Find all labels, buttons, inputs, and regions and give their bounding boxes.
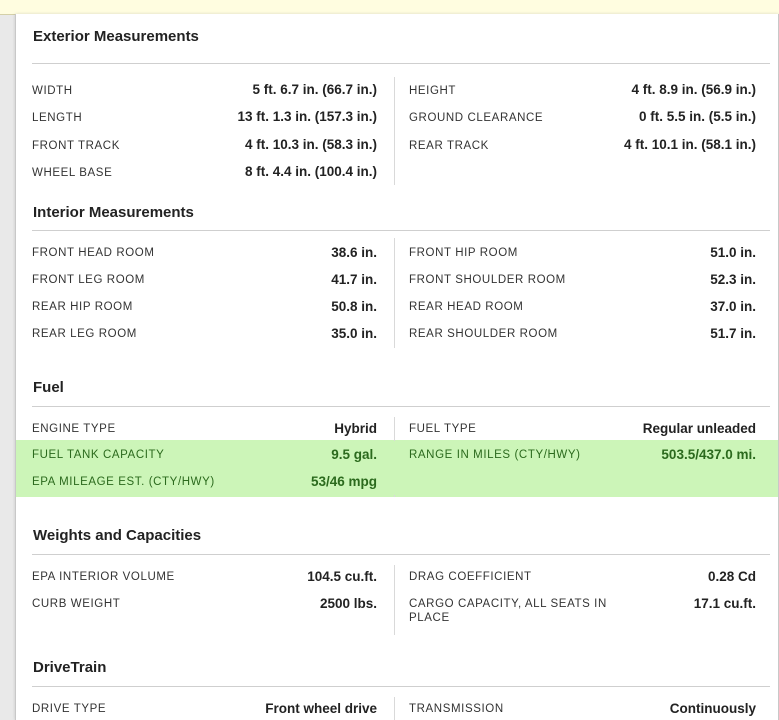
- top-banner: [0, 0, 779, 15]
- spec-label: DRAG COEFFICIENT: [409, 571, 532, 583]
- section-rule: [32, 406, 770, 407]
- exterior-section: Exterior Measurements WIDTH 5 ft. 6.7 in…: [16, 28, 778, 188]
- section-title-weights: Weights and Capacities: [33, 527, 202, 544]
- spec-value: 104.5 cu.ft.: [307, 569, 377, 584]
- spec-value: 0.28 Cd: [707, 569, 756, 584]
- spec-value: 4 ft. 10.1 in. (58.1 in.): [623, 137, 756, 152]
- spec-value: 4 ft. 10.3 in. (58.3 in.): [244, 137, 377, 152]
- section-title-fuel: Fuel: [33, 379, 64, 396]
- specs-panel: Exterior Measurements WIDTH 5 ft. 6.7 in…: [15, 14, 779, 720]
- spec-value: 50.8 in.: [331, 299, 377, 314]
- spec-row: REAR LEG ROOM 35.0 in. REAR SHOULDER ROO…: [16, 321, 778, 348]
- spec-label: ENGINE TYPE: [32, 423, 116, 435]
- spec-value: 41.7 in.: [331, 272, 377, 287]
- spec-row: WHEEL BASE 8 ft. 4.4 in. (100.4 in.): [16, 158, 778, 185]
- spec-value: Hybrid: [334, 421, 377, 436]
- drivetrain-section: DriveTrain DRIVE TYPE Front wheel drive …: [16, 659, 778, 720]
- spec-value: 38.6 in.: [331, 245, 377, 260]
- spec-row-highlighted: FUEL TANK CAPACITY 9.5 gal. RANGE IN MIL…: [16, 441, 778, 468]
- spec-label: REAR HEAD ROOM: [409, 301, 524, 313]
- interior-section: Interior Measurements FRONT HEAD ROOM 38…: [16, 204, 778, 364]
- spec-row: FRONT HEAD ROOM 38.6 in. FRONT HIP ROOM …: [16, 240, 778, 267]
- section-title-exterior: Exterior Measurements: [33, 28, 199, 45]
- spec-label: REAR LEG ROOM: [32, 328, 137, 340]
- spec-value: 0 ft. 5.5 in. (5.5 in.): [638, 109, 756, 124]
- spec-label: FUEL TANK CAPACITY: [32, 449, 165, 461]
- spec-label: EPA MILEAGE EST. (CTY/HWY): [32, 476, 215, 488]
- spec-value: Front wheel drive: [265, 701, 377, 716]
- spec-label: FRONT LEG ROOM: [32, 274, 145, 286]
- spec-value: 503.5/437.0 mi.: [661, 447, 756, 462]
- section-rule: [32, 63, 770, 64]
- spec-label: EPA INTERIOR VOLUME: [32, 571, 175, 583]
- spec-row: DRIVE TYPE Front wheel drive TRANSMISSIO…: [16, 695, 778, 720]
- spec-value: 13 ft. 1.3 in. (157.3 in.): [237, 109, 377, 124]
- section-rule: [32, 686, 770, 687]
- spec-label: LENGTH: [32, 112, 83, 124]
- spec-row: FRONT LEG ROOM 41.7 in. FRONT SHOULDER R…: [16, 267, 778, 294]
- spec-value: 5 ft. 6.7 in. (66.7 in.): [252, 82, 377, 97]
- spec-value: 17.1 cu.ft.: [693, 596, 756, 611]
- weights-section: Weights and Capacities EPA INTERIOR VOLU…: [16, 527, 778, 647]
- spec-label: GROUND CLEARANCE: [409, 112, 544, 124]
- spec-value: 51.0 in.: [710, 245, 756, 260]
- spec-label: FRONT HIP ROOM: [409, 247, 518, 259]
- spec-label: REAR SHOULDER ROOM: [409, 328, 558, 340]
- spec-value: Continuously: [669, 701, 756, 716]
- spec-label: HEIGHT: [409, 85, 457, 97]
- section-title-drivetrain: DriveTrain: [33, 659, 107, 676]
- spec-value: Regular unleaded: [642, 421, 756, 436]
- spec-value: 4 ft. 8.9 in. (56.9 in.): [631, 82, 756, 97]
- section-rule: [32, 554, 770, 555]
- spec-value: 8 ft. 4.4 in. (100.4 in.): [244, 164, 377, 179]
- spec-label: CURB WEIGHT: [32, 598, 121, 610]
- spec-value: 53/46 mpg: [310, 474, 377, 489]
- spec-value: 9.5 gal.: [331, 447, 377, 462]
- spec-row: CURB WEIGHT 2500 lbs. CARGO CAPACITY, AL…: [16, 590, 778, 630]
- spec-label: REAR TRACK: [409, 140, 489, 152]
- spec-row: LENGTH 13 ft. 1.3 in. (157.3 in.) GROUND…: [16, 103, 778, 130]
- spec-row: ENGINE TYPE Hybrid FUEL TYPE Regular unl…: [16, 415, 778, 442]
- spec-label: TRANSMISSION: [409, 703, 504, 715]
- fuel-section: Fuel ENGINE TYPE Hybrid FUEL TYPE Regula…: [16, 379, 778, 504]
- spec-label: FRONT TRACK: [32, 140, 120, 152]
- spec-value: 51.7 in.: [710, 326, 756, 341]
- spec-value: 2500 lbs.: [319, 596, 377, 611]
- section-rule: [32, 230, 770, 231]
- spec-row-highlighted: EPA MILEAGE EST. (CTY/HWY) 53/46 mpg: [16, 468, 778, 495]
- spec-label: RANGE IN MILES (CTY/HWY): [409, 449, 581, 461]
- spec-row: WIDTH 5 ft. 6.7 in. (66.7 in.) HEIGHT 4 …: [16, 76, 778, 103]
- spec-label: FRONT HEAD ROOM: [32, 247, 155, 259]
- spec-value: 37.0 in.: [710, 299, 756, 314]
- spec-label: FUEL TYPE: [409, 423, 477, 435]
- spec-label: REAR HIP ROOM: [32, 301, 133, 313]
- spec-label: FRONT SHOULDER ROOM: [409, 274, 566, 286]
- spec-label: CARGO CAPACITY, ALL SEATS IN PLACE: [409, 598, 607, 624]
- spec-row: REAR HIP ROOM 50.8 in. REAR HEAD ROOM 37…: [16, 294, 778, 321]
- spec-row: FRONT TRACK 4 ft. 10.3 in. (58.3 in.) RE…: [16, 131, 778, 158]
- spec-value: 52.3 in.: [710, 272, 756, 287]
- spec-label: WIDTH: [32, 85, 73, 97]
- section-title-interior: Interior Measurements: [33, 204, 194, 221]
- spec-row: EPA INTERIOR VOLUME 104.5 cu.ft. DRAG CO…: [16, 563, 778, 590]
- spec-value: 35.0 in.: [331, 326, 377, 341]
- spec-label: WHEEL BASE: [32, 167, 113, 179]
- spec-label: DRIVE TYPE: [32, 703, 107, 715]
